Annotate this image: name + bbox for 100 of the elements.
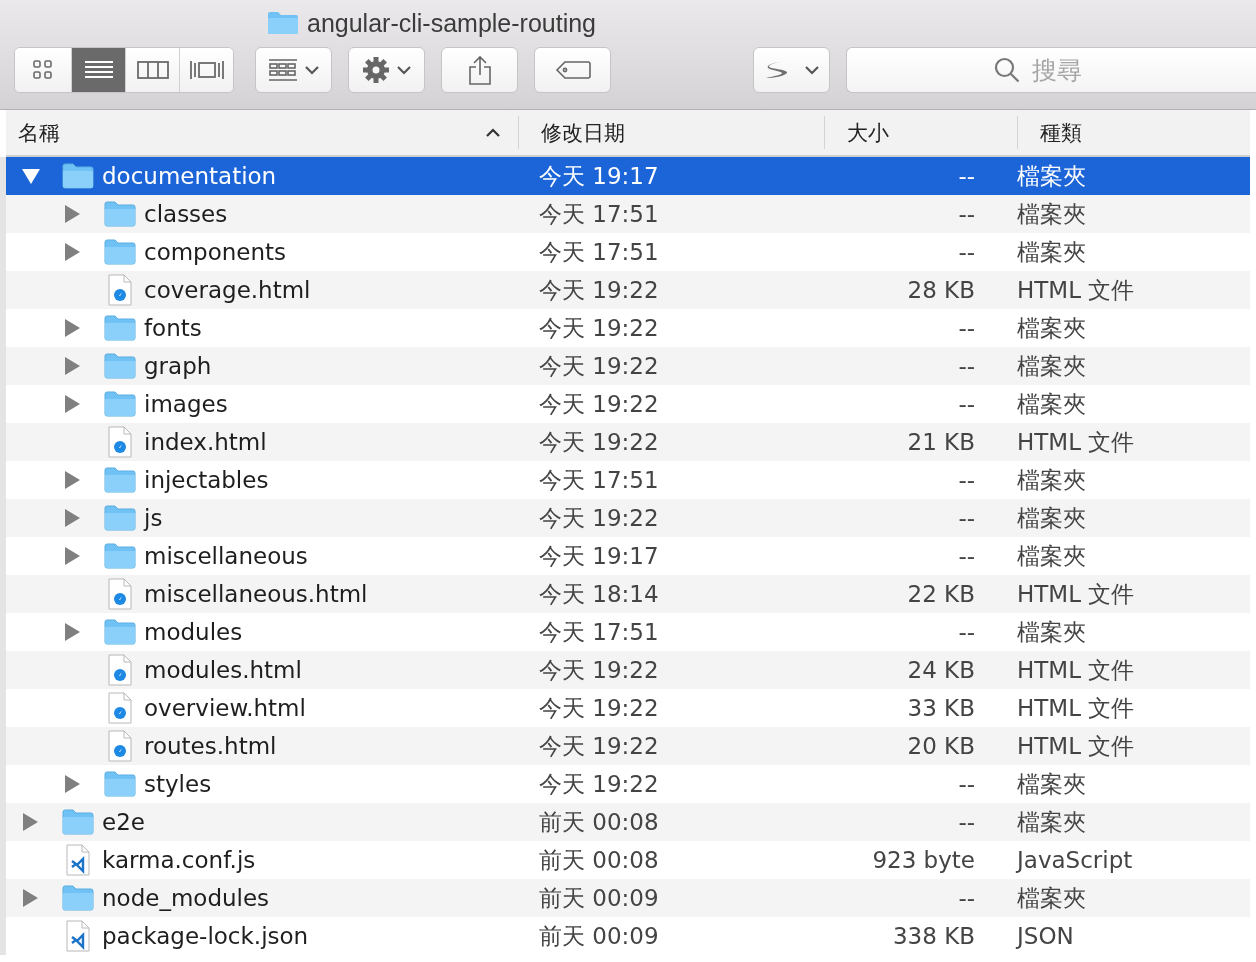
gallery-view-button[interactable] [179, 48, 233, 92]
file-row[interactable]: js 今天 19:22 -- 檔案夾 [6, 499, 1250, 537]
file-size: -- [958, 201, 975, 227]
file-size: -- [958, 239, 975, 265]
file-kind: JavaScript [1017, 847, 1133, 873]
file-row[interactable]: miscellaneous.html 今天 18:14 22 KB HTML 文件 [6, 575, 1250, 613]
list-view-button[interactable] [71, 48, 125, 92]
disclosure-triangle-icon[interactable] [64, 319, 80, 337]
file-kind: HTML 文件 [1017, 579, 1135, 609]
modified-date: 前天 00:09 [539, 921, 659, 951]
file-kind: 檔案夾 [1017, 769, 1086, 799]
disclosure-triangle-icon[interactable] [22, 889, 38, 907]
file-kind: 檔案夾 [1017, 807, 1086, 837]
modified-date: 今天 19:22 [539, 389, 659, 419]
icon-view-button[interactable] [15, 48, 71, 92]
code-document-icon [66, 920, 90, 952]
file-row[interactable]: styles 今天 19:22 -- 檔案夾 [6, 765, 1250, 803]
file-name: coverage.html [144, 277, 311, 303]
column-view-button[interactable] [125, 48, 179, 92]
file-name: styles [144, 771, 212, 797]
file-kind: HTML 文件 [1017, 731, 1135, 761]
disclosure-triangle-icon[interactable] [64, 395, 80, 413]
file-size: -- [958, 771, 975, 797]
file-row[interactable]: index.html 今天 19:22 21 KB HTML 文件 [6, 423, 1250, 461]
file-kind: HTML 文件 [1017, 693, 1135, 723]
share-button[interactable] [441, 47, 518, 93]
file-name: index.html [144, 429, 267, 455]
column-label: 種類 [1040, 119, 1083, 147]
folder-icon [104, 619, 136, 645]
file-row[interactable]: karma.conf.js 前天 00:08 923 byte JavaScript [6, 841, 1250, 879]
folder-icon [104, 771, 136, 797]
file-row[interactable]: e2e 前天 00:08 -- 檔案夾 [6, 803, 1250, 841]
folder-icon [62, 885, 94, 911]
file-row[interactable]: coverage.html 今天 19:22 28 KB HTML 文件 [6, 271, 1250, 309]
list-icon [83, 59, 114, 81]
file-row[interactable]: node_modules 前天 00:09 -- 檔案夾 [6, 879, 1250, 917]
file-kind: 檔案夾 [1017, 389, 1086, 419]
file-row[interactable]: miscellaneous 今天 19:17 -- 檔案夾 [6, 537, 1250, 575]
file-row[interactable]: overview.html 今天 19:22 33 KB HTML 文件 [6, 689, 1250, 727]
file-row[interactable]: classes 今天 17:51 -- 檔案夾 [6, 195, 1250, 233]
file-kind: JSON [1017, 923, 1074, 949]
column-header[interactable]: 修改日期 [519, 116, 825, 149]
file-kind: 檔案夾 [1017, 161, 1086, 191]
file-size: -- [958, 163, 975, 189]
window-title: angular-cli-sample-routing [307, 8, 596, 38]
file-row[interactable]: graph 今天 19:22 -- 檔案夾 [6, 347, 1250, 385]
disclosure-triangle-icon[interactable] [64, 509, 80, 527]
tag-icon [554, 60, 591, 80]
tag-button[interactable] [534, 47, 611, 93]
file-size: 923 byte [872, 847, 975, 873]
modified-date: 前天 00:08 [539, 807, 659, 837]
file-row[interactable]: package-lock.json 前天 00:09 338 KB JSON [6, 917, 1250, 955]
disclosure-triangle-icon[interactable] [22, 813, 38, 831]
file-row[interactable]: documentation 今天 19:17 -- 檔案夾 [6, 157, 1250, 195]
file-name: modules [144, 619, 243, 645]
file-kind: 檔案夾 [1017, 883, 1086, 913]
file-kind: 檔案夾 [1017, 237, 1086, 267]
disclosure-triangle-icon[interactable] [64, 547, 80, 565]
view-mode-control[interactable] [14, 47, 234, 93]
disclosure-triangle-icon[interactable] [64, 243, 80, 261]
disclosure-triangle-icon[interactable] [22, 168, 40, 184]
compass-document-icon [108, 730, 132, 762]
folder-icon [104, 201, 136, 227]
folder-icon [104, 467, 136, 493]
file-row[interactable]: routes.html 今天 19:22 20 KB HTML 文件 [6, 727, 1250, 765]
column-header[interactable]: 名稱 [6, 116, 519, 149]
sync-button[interactable] [753, 47, 830, 93]
modified-date: 今天 17:51 [539, 465, 659, 495]
file-row[interactable]: images 今天 19:22 -- 檔案夾 [6, 385, 1250, 423]
modified-date: 今天 19:22 [539, 769, 659, 799]
disclosure-triangle-icon[interactable] [64, 471, 80, 489]
disclosure-triangle-icon[interactable] [64, 205, 80, 223]
file-size: 22 KB [907, 581, 975, 607]
disclosure-triangle-icon[interactable] [64, 623, 80, 641]
file-row[interactable]: modules.html 今天 19:22 24 KB HTML 文件 [6, 651, 1250, 689]
search-field[interactable]: 搜尋 [846, 47, 1256, 93]
disclosure-triangle-icon[interactable] [64, 775, 80, 793]
folder-icon [104, 505, 136, 531]
file-size: -- [958, 315, 975, 341]
file-row[interactable]: fonts 今天 19:22 -- 檔案夾 [6, 309, 1250, 347]
gallery-icon [188, 59, 225, 81]
column-header[interactable]: 種類 [1018, 116, 1250, 149]
file-row[interactable]: injectables 今天 17:51 -- 檔案夾 [6, 461, 1250, 499]
settings-button[interactable] [348, 47, 425, 93]
file-row[interactable]: modules 今天 17:51 -- 檔案夾 [6, 613, 1250, 651]
group-button[interactable] [255, 47, 332, 93]
file-size: -- [958, 467, 975, 493]
file-row[interactable]: components 今天 17:51 -- 檔案夾 [6, 233, 1250, 271]
compass-document-icon [108, 654, 132, 686]
grid-icon [32, 59, 54, 81]
file-name: classes [144, 201, 228, 227]
disclosure-triangle-icon[interactable] [64, 357, 80, 375]
file-size: 20 KB [907, 733, 975, 759]
column-label: 名稱 [18, 119, 61, 147]
file-name: js [144, 505, 163, 531]
modified-date: 今天 19:22 [539, 503, 659, 533]
column-header[interactable]: 大小 [825, 116, 1018, 149]
share-icon [467, 55, 492, 85]
modified-date: 今天 19:22 [539, 275, 659, 305]
file-kind: 檔案夾 [1017, 617, 1086, 647]
